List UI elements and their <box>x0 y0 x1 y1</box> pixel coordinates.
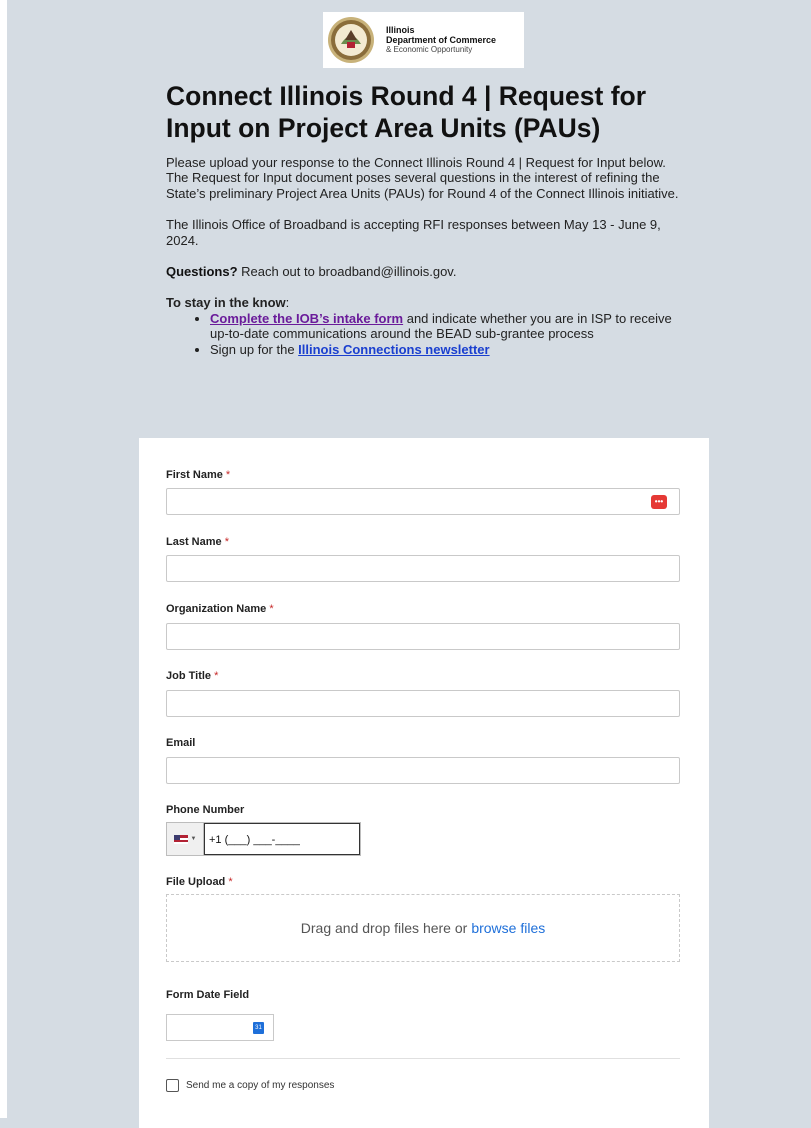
phone-number-field: ▼ +1 (___) ___-____ <box>166 822 361 856</box>
required-mark: * <box>224 536 229 548</box>
email-input[interactable] <box>166 757 680 784</box>
job-title-label: Job Title * <box>166 670 219 682</box>
form-date-field-label: Form Date Field <box>166 989 250 1001</box>
list-item: Complete the IOB’s intake form and indic… <box>210 311 686 342</box>
calendar-icon[interactable]: 31 <box>253 1022 264 1034</box>
logo-line-3: & Economic Opportunity <box>386 45 473 54</box>
date-input[interactable]: 31 <box>166 1014 274 1041</box>
drop-text: Drag and drop files here or <box>300 920 468 936</box>
questions-bold: Questions? <box>166 264 238 280</box>
required-mark: * <box>225 469 231 481</box>
form-card: First Name * ••• Last Name * Organizatio… <box>139 438 709 1128</box>
file-drop-zone[interactable]: Drag and drop files here or browse files <box>166 894 680 962</box>
browse-files-link[interactable]: browse files <box>471 920 545 936</box>
job-title-input[interactable] <box>166 690 680 717</box>
list-item: Sign up for the Illinois Connections new… <box>210 342 686 357</box>
newsletter-link[interactable]: Illinois Connections newsletter <box>298 342 489 357</box>
intro-paragraph-2: The Illinois Office of Broadband is acce… <box>166 217 661 248</box>
stay-in-know-label: To stay in the know <box>166 295 286 311</box>
left-edge-strip <box>0 0 7 1118</box>
logo-line-1: Illinois <box>386 25 415 35</box>
email-label: Email <box>166 737 196 749</box>
logo-text: Illinois Department of Commerce & Econom… <box>386 25 496 55</box>
chevron-down-icon: ▼ <box>190 836 197 842</box>
required-mark: * <box>228 876 233 888</box>
illinois-seal-icon <box>328 17 374 63</box>
intro-text: Please upload your response to the Conne… <box>166 155 686 357</box>
questions-text: Reach out to broadband@illinois.gov. <box>237 264 457 280</box>
required-mark: * <box>214 670 219 682</box>
phone-number-label: Phone Number <box>166 804 245 816</box>
password-manager-icon[interactable]: ••• <box>651 495 667 509</box>
required-mark: * <box>269 603 274 615</box>
send-copy-row[interactable]: Send me a copy of my responses <box>166 1079 334 1092</box>
last-name-label: Last Name * <box>166 536 229 548</box>
page-title: Connect Illinois Round 4 | Request for I… <box>166 81 647 143</box>
us-flag-icon <box>173 834 188 844</box>
send-copy-label: Send me a copy of my responses <box>186 1080 335 1091</box>
logo-line-2: Department of Commerce <box>386 35 497 45</box>
country-selector[interactable]: ▼ <box>167 823 204 855</box>
bullet-2-text: Sign up for the <box>210 341 299 357</box>
phone-number-input[interactable]: +1 (___) ___-____ <box>204 823 360 855</box>
stay-in-know-list: Complete the IOB’s intake form and indic… <box>166 311 686 357</box>
file-upload-label: File Upload * <box>166 876 233 888</box>
intro-paragraph-1: Please upload your response to the Conne… <box>166 155 679 201</box>
last-name-input[interactable] <box>166 555 680 582</box>
organization-name-input[interactable] <box>166 623 680 650</box>
dceo-logo: Illinois Department of Commerce & Econom… <box>323 12 524 68</box>
intake-form-link[interactable]: Complete the IOB’s intake form <box>210 311 403 326</box>
questions-paragraph: Questions? Reach out to broadband@illino… <box>166 264 686 279</box>
stay-in-know-heading: To stay in the know: <box>166 295 686 310</box>
send-copy-checkbox[interactable] <box>166 1079 179 1092</box>
stay-in-know-colon: : <box>285 295 290 311</box>
first-name-input[interactable]: ••• <box>166 488 680 515</box>
first-name-label: First Name * <box>166 469 231 481</box>
divider <box>166 1058 680 1059</box>
organization-name-label: Organization Name * <box>166 603 274 615</box>
